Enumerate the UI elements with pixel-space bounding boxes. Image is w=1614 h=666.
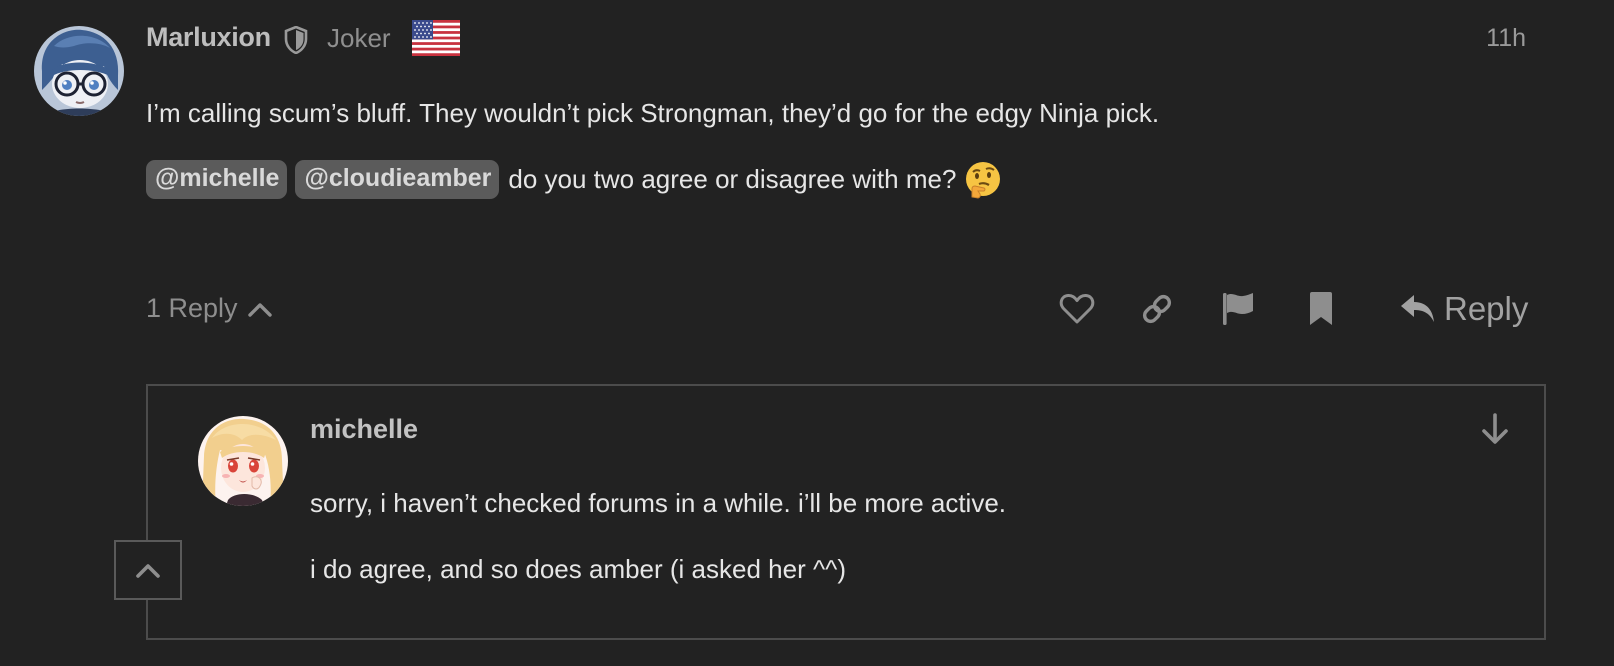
reply-user-avatar[interactable] <box>198 416 288 506</box>
like-button[interactable] <box>1057 289 1097 329</box>
post-question-text: do you two agree or disagree with me? <box>508 164 957 194</box>
share-link-button[interactable] <box>1137 289 1177 329</box>
reply-button-label: Reply <box>1444 290 1529 327</box>
reply-arrow-icon <box>1401 295 1434 322</box>
user-title: Joker <box>327 23 391 53</box>
thinking-face-emoji-icon <box>966 161 1001 199</box>
post-timestamp[interactable]: 11h <box>1486 24 1526 53</box>
chevron-up-icon <box>136 564 160 578</box>
share-link-icon <box>1142 294 1172 324</box>
replies-count-label: 1 Reply <box>146 293 238 323</box>
replies-toggle-button[interactable]: 1 Reply <box>146 293 272 324</box>
reply-username[interactable]: michelle <box>310 414 418 445</box>
collapse-replies-button[interactable] <box>114 540 182 600</box>
reply-paragraph: i do agree, and so does amber (i asked h… <box>310 554 847 584</box>
mention-cloudieamber[interactable]: @cloudieamber <box>295 160 500 199</box>
flag-button[interactable] <box>1218 289 1258 329</box>
like-icon <box>1059 293 1095 324</box>
reply-paragraph: sorry, i haven’t checked forums in a whi… <box>310 488 1007 518</box>
post-paragraph: I’m calling scum’s bluff. They wouldn’t … <box>146 98 1160 128</box>
arrow-down-icon[interactable] <box>1480 412 1510 446</box>
mention-michelle[interactable]: @michelle <box>146 160 288 199</box>
shield-icon <box>284 26 308 54</box>
us-flag-icon <box>412 20 460 56</box>
post-username[interactable]: Marluxion <box>146 22 271 53</box>
user-avatar[interactable] <box>34 26 124 116</box>
flag-icon <box>1223 293 1253 325</box>
chevron-up-icon <box>247 302 272 317</box>
reply-button[interactable]: Reply <box>1400 290 1528 328</box>
post-paragraph-mentions: @michelle @cloudieamber do you two agree… <box>146 160 1002 199</box>
bookmark-button[interactable] <box>1301 289 1341 329</box>
bookmark-icon <box>1310 292 1332 325</box>
